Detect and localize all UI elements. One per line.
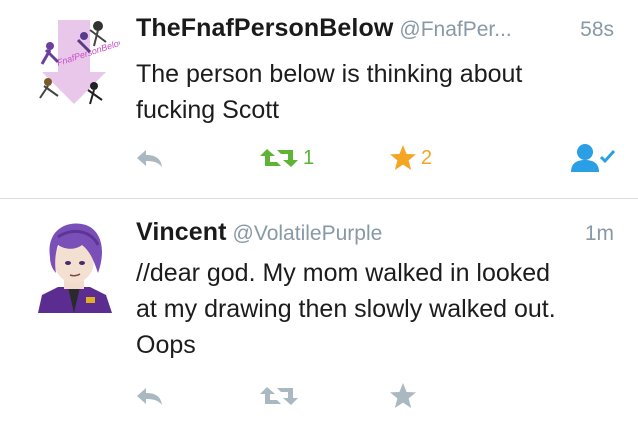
tweet-text-line: Oops <box>136 331 196 359</box>
reply-icon <box>137 150 162 167</box>
reply-icon <box>137 388 162 405</box>
follow-button[interactable] <box>571 143 617 173</box>
tweet-text-line: The person below is thinking about <box>136 60 523 88</box>
reply-button[interactable] <box>134 143 164 173</box>
display-name[interactable]: Vincent <box>136 218 227 246</box>
tweet-actions <box>0 381 638 411</box>
tweet-header: TheFnafPersonBelow @FnafPer... 58s <box>136 14 614 46</box>
star-icon <box>390 383 416 408</box>
tweet-header: Vincent @VolatilePurple 1m <box>136 218 614 250</box>
favorite-count: 2 <box>421 146 433 169</box>
tweet-text: //dear god. My mom walked in looked at m… <box>136 255 618 363</box>
fnaf-collage-avatar-icon: FnafPersonBelow <box>28 16 120 108</box>
follow-user-icon <box>571 144 616 172</box>
reply-button[interactable] <box>134 381 164 411</box>
tweet-item[interactable]: FnafPersonBelow TheFnafPersonBelow @FnafP… <box>0 0 638 198</box>
timestamp: 58s <box>580 18 614 41</box>
tweet-text-line: fucking Scott <box>136 96 280 124</box>
user-handle[interactable]: @VolatilePurple <box>233 222 383 245</box>
user-handle[interactable]: @FnafPer... <box>399 18 511 41</box>
tweet-text-line: //dear god. My mom walked in looked <box>136 259 551 287</box>
tweet-text: The person below is thinking about fucki… <box>136 56 618 128</box>
display-name[interactable]: TheFnafPersonBelow <box>136 14 393 42</box>
star-icon <box>390 145 416 170</box>
purple-guy-avatar-icon <box>28 221 120 313</box>
tweet-actions: 1 2 <box>0 143 638 173</box>
retweet-icon <box>260 387 298 405</box>
retweet-count: 1 <box>303 146 315 169</box>
tweet-text-line: at my drawing then slowly walked out. <box>136 295 556 323</box>
retweet-button[interactable]: 1 <box>259 143 314 173</box>
tweet-item[interactable]: Vincent @VolatilePurple 1m //dear god. My… <box>0 199 638 430</box>
retweet-icon <box>260 149 298 167</box>
timestamp: 1m <box>584 222 614 245</box>
avatar[interactable]: FnafPersonBelow <box>28 16 120 108</box>
avatar[interactable] <box>28 221 120 313</box>
retweet-button[interactable] <box>259 381 303 411</box>
favorite-button[interactable]: 2 <box>389 143 432 173</box>
favorite-button[interactable] <box>389 381 421 411</box>
